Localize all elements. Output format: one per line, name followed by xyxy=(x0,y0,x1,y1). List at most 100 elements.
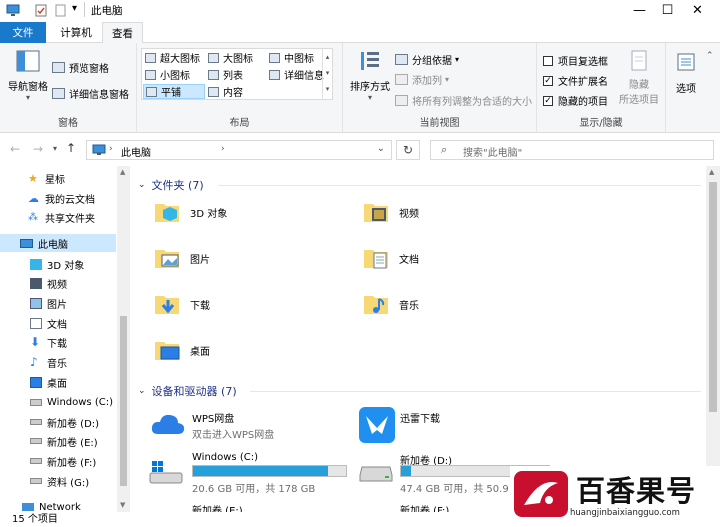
layout-content[interactable]: 内容 xyxy=(208,84,243,99)
properties-icon[interactable] xyxy=(34,4,48,17)
search-input[interactable]: ⌕ 搜索"此电脑" xyxy=(430,140,714,160)
tab-file[interactable]: 文件 xyxy=(0,22,46,43)
nav-item-this-pc[interactable]: 此电脑 xyxy=(0,234,116,252)
checkbox[interactable]: ✓ xyxy=(543,75,553,86)
nav-item-desktop[interactable]: 桌面 xyxy=(30,373,67,391)
nav-item-star[interactable]: ★ 星标 xyxy=(28,169,65,187)
chevron-down-icon: ▾ xyxy=(367,93,372,102)
nav-item-music[interactable]: ♪ 音乐 xyxy=(30,353,67,371)
recent-locations-icon[interactable]: ▾ xyxy=(53,144,57,153)
nav-item-pictures[interactable]: 图片 xyxy=(30,294,67,312)
hide-selected-button[interactable]: 隐藏 所选项目 xyxy=(617,49,661,106)
drive-f-label[interactable]: 新加卷 (F:) xyxy=(400,502,449,512)
drive-icon xyxy=(30,478,42,484)
drive-icon xyxy=(30,458,42,464)
breadcrumb[interactable]: 此电脑 xyxy=(121,144,151,159)
nav-item-cloud-docs[interactable]: ☁ 我的云文档 xyxy=(28,189,95,207)
nav-pane-button[interactable]: 导航窗格 ▾ xyxy=(8,49,48,102)
nav-item-label: 新加卷 (D:) xyxy=(47,418,100,430)
folder-videos[interactable]: 视频 xyxy=(361,192,419,232)
breadcrumb-chevron-icon[interactable]: › xyxy=(109,144,113,154)
layout-medium-icons[interactable]: 中图标 xyxy=(269,50,314,65)
layout-large-icons[interactable]: 大图标 xyxy=(208,50,253,65)
refresh-icon: ↻ xyxy=(402,143,414,157)
nav-item-videos[interactable]: 视频 xyxy=(30,274,67,292)
nav-item-downloads[interactable]: ⬇ 下载 xyxy=(30,333,67,351)
folders-section-header[interactable]: ⌄ 文件夹 (7) xyxy=(138,177,204,193)
folder-downloads[interactable]: 下载 xyxy=(152,284,210,324)
picture-folder-icon xyxy=(155,250,179,268)
back-arrow-icon[interactable]: ← xyxy=(10,142,20,156)
nav-item-documents[interactable]: 文档 xyxy=(30,314,67,332)
layout-tiles[interactable]: 平铺 xyxy=(143,84,205,99)
tab-computer[interactable]: 计算机 xyxy=(52,22,100,43)
layout-gallery: 超大图标 大图标 中图标 小图标 列表 详细信息 平铺 内容 ▴ ▾ ▾ xyxy=(141,48,333,100)
music-note-icon: ♪ xyxy=(30,354,38,369)
drive-e-label[interactable]: 新加卷 (E:) xyxy=(192,502,243,512)
layout-list[interactable]: 列表 xyxy=(208,67,243,82)
file-ext-option[interactable]: ✓ 文件扩展名 xyxy=(543,73,608,88)
nav-item-3d-objects[interactable]: 3D 对象 xyxy=(30,255,84,273)
device-xunlei-download[interactable]: 迅雷下载 xyxy=(356,406,556,446)
refresh-button[interactable]: ↻ xyxy=(396,140,420,160)
drive-usage-bar xyxy=(192,465,347,477)
item-checkbox-option[interactable]: 项目复选框 xyxy=(543,53,608,68)
layout-icon xyxy=(269,52,280,63)
show-hide-group: 项目复选框 ✓ 文件扩展名 ✓ 隐藏的项目 隐藏 所选项目 显示/隐藏 xyxy=(537,43,666,133)
nav-item-network[interactable]: Network xyxy=(22,498,81,512)
sort-by-button[interactable]: 排序方式 ▾ xyxy=(349,49,391,102)
checkbox[interactable]: ✓ xyxy=(543,95,553,106)
folder-desktop[interactable]: 桌面 xyxy=(152,330,210,370)
nav-item-drive-g[interactable]: 资料 (G:) xyxy=(30,472,89,490)
nav-item-drive-d[interactable]: 新加卷 (D:) xyxy=(30,413,99,431)
tab-view[interactable]: 查看 xyxy=(102,22,143,44)
layout-xl-icons[interactable]: 超大图标 xyxy=(145,50,200,65)
nav-item-drive-c[interactable]: Windows (C:) xyxy=(30,393,113,411)
forward-arrow-icon[interactable]: → xyxy=(33,142,43,156)
scroll-up-icon[interactable]: ▲ xyxy=(709,168,714,176)
add-column-button[interactable]: 添加列 ▾ xyxy=(395,72,449,87)
ribbon-collapse-icon[interactable]: ⌃ xyxy=(706,51,714,61)
details-pane-button[interactable]: 详细信息窗格 xyxy=(52,86,129,101)
layout-label: 大图标 xyxy=(223,54,253,65)
new-folder-icon[interactable] xyxy=(54,4,68,17)
layout-icon xyxy=(145,52,156,63)
checkbox[interactable] xyxy=(543,55,553,66)
layout-gallery-scroll[interactable]: ▴ ▾ ▾ xyxy=(322,49,332,99)
device-wps-cloud[interactable]: WPS网盘 双击进入WPS网盘 xyxy=(148,406,348,446)
scroll-thumb[interactable] xyxy=(709,182,717,412)
logo-text: 百香果号 xyxy=(576,474,697,508)
options-button[interactable]: 选项 xyxy=(670,51,702,95)
xunlei-bird-icon xyxy=(359,407,395,443)
nav-item-shared-folder[interactable]: ⁂ 共享文件夹 xyxy=(28,208,95,226)
scroll-down-icon[interactable]: ▼ xyxy=(120,501,125,509)
chevron-down-icon[interactable]: ⌄ xyxy=(377,143,385,154)
desktop-folder-icon xyxy=(155,342,180,360)
folder-documents[interactable]: 文档 xyxy=(361,238,419,278)
content-scrollbar[interactable]: ▲ xyxy=(706,166,720,512)
customize-toolbar-icon[interactable]: ▾ xyxy=(72,3,77,14)
group-by-button[interactable]: 分组依据 ▾ xyxy=(395,52,459,67)
drive-c[interactable]: Windows (C:) 20.6 GB 可用，共 178 GB xyxy=(148,451,353,497)
folder-music[interactable]: 音乐 xyxy=(361,284,419,324)
nav-item-drive-e[interactable]: 新加卷 (E:) xyxy=(30,432,98,450)
scroll-thumb[interactable] xyxy=(120,316,127,486)
close-button[interactable]: ✕ xyxy=(675,0,720,20)
star-icon: ★ xyxy=(28,171,38,185)
size-all-columns-button[interactable]: 将所有列调整为合适的大小 xyxy=(395,93,532,108)
picture-icon xyxy=(30,297,42,309)
folder-3d-objects[interactable]: 3D 对象 xyxy=(152,192,227,232)
layout-details[interactable]: 详细信息 xyxy=(269,67,324,82)
devices-section-header[interactable]: ⌄ 设备和驱动器 (7) xyxy=(138,383,237,399)
nav-scrollbar[interactable]: ▲ ▼ xyxy=(117,166,130,512)
scroll-up-icon[interactable]: ▲ xyxy=(120,168,125,176)
nav-item-label: 音乐 xyxy=(47,358,67,370)
up-arrow-icon[interactable]: ↑ xyxy=(66,141,76,155)
breadcrumb-chevron-icon[interactable]: › xyxy=(221,144,225,154)
hidden-items-option[interactable]: ✓ 隐藏的项目 xyxy=(543,93,608,108)
folder-pictures[interactable]: 图片 xyxy=(152,238,210,278)
layout-small-icons[interactable]: 小图标 xyxy=(145,67,190,82)
address-box[interactable]: › 此电脑 › ⌄ xyxy=(86,140,392,160)
preview-pane-button[interactable]: 预览窗格 xyxy=(52,60,109,75)
nav-item-drive-f[interactable]: 新加卷 (F:) xyxy=(30,452,96,470)
